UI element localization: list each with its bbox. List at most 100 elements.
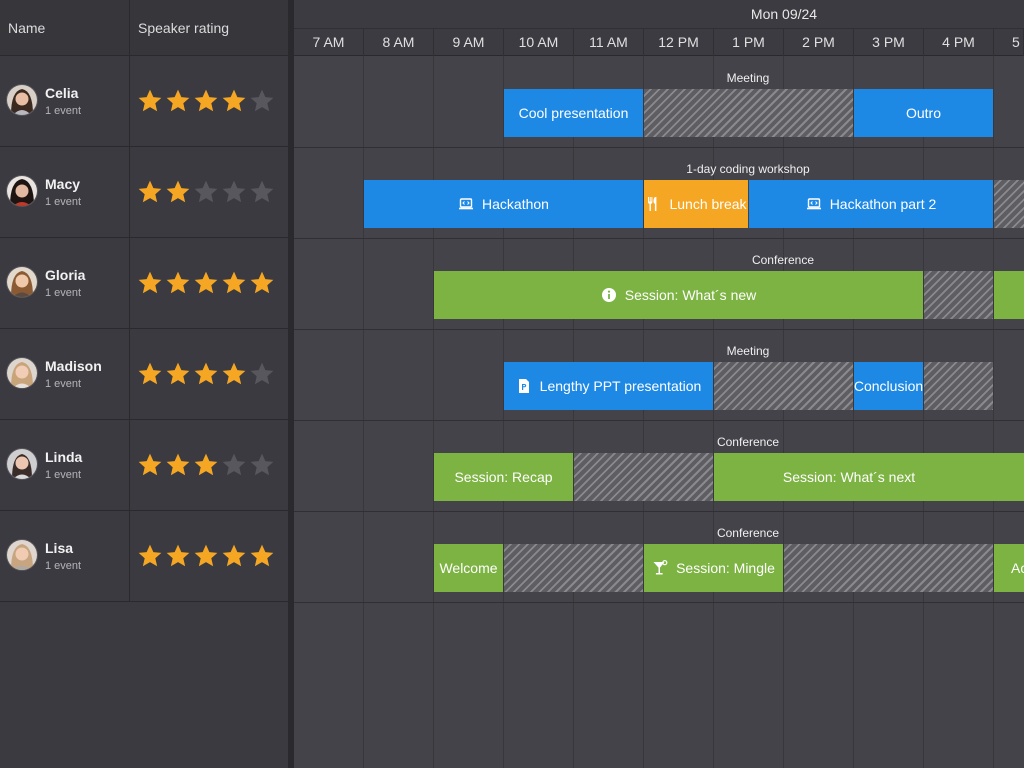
date-header: Mon 09/24	[750, 6, 818, 22]
star-icon[interactable]	[165, 88, 191, 114]
star-icon[interactable]	[193, 270, 219, 296]
avatar	[7, 449, 37, 479]
star-rating[interactable]	[137, 452, 275, 478]
name-cell: Linda 1 event	[0, 420, 130, 510]
star-icon[interactable]	[249, 543, 275, 569]
event-bar[interactable]: Session: What´s next	[714, 453, 1024, 501]
event-gap	[574, 453, 713, 501]
star-icon[interactable]	[165, 361, 191, 387]
resource-row[interactable]: Macy 1 event	[0, 147, 288, 238]
row-divider	[294, 511, 1024, 512]
star-icon[interactable]	[193, 452, 219, 478]
hour-gridline	[853, 56, 854, 768]
rating-column-header[interactable]: Speaker rating	[130, 0, 288, 56]
speaker-name: Gloria	[45, 267, 86, 283]
star-icon[interactable]	[221, 361, 247, 387]
star-icon[interactable]	[193, 88, 219, 114]
speaker-name: Madison	[45, 358, 102, 374]
resource-row[interactable]: Celia 1 event	[0, 56, 288, 147]
row-divider	[294, 238, 1024, 239]
avatar	[7, 267, 37, 297]
star-icon[interactable]	[249, 361, 275, 387]
event-label: Lunch break	[669, 196, 747, 212]
star-rating[interactable]	[137, 88, 275, 114]
hour-label: 8 AM	[364, 29, 434, 56]
event-bar[interactable]: Hackathon	[364, 180, 643, 228]
star-icon[interactable]	[249, 270, 275, 296]
resource-row[interactable]: Lisa 1 event	[0, 511, 288, 602]
row-divider	[294, 147, 1024, 148]
event-label: Outro	[905, 105, 941, 121]
event-bar[interactable]: Session: What´s new	[434, 271, 923, 319]
star-icon[interactable]	[165, 452, 191, 478]
star-icon[interactable]	[221, 543, 247, 569]
star-icon[interactable]	[249, 179, 275, 205]
star-icon[interactable]	[137, 361, 163, 387]
star-icon[interactable]	[221, 88, 247, 114]
star-icon[interactable]	[137, 543, 163, 569]
cocktail-icon	[653, 560, 668, 575]
event-group-label: Conference	[751, 253, 815, 267]
avatar	[7, 85, 37, 115]
info-circle-icon	[601, 288, 616, 302]
star-icon[interactable]	[193, 361, 219, 387]
hour-gridline	[433, 56, 434, 768]
event-bar[interactable]: Lengthy PPT presentation	[504, 362, 713, 410]
hour-label: 2 PM	[784, 29, 854, 56]
star-rating[interactable]	[137, 361, 275, 387]
resource-row[interactable]: Linda 1 event	[0, 420, 288, 511]
star-icon[interactable]	[221, 270, 247, 296]
speaker-name: Lisa	[45, 540, 74, 556]
row-divider	[294, 420, 1024, 421]
star-icon[interactable]	[221, 452, 247, 478]
star-rating[interactable]	[137, 543, 275, 569]
star-icon[interactable]	[193, 543, 219, 569]
star-icon[interactable]	[249, 452, 275, 478]
event-bar[interactable]: Welcome	[434, 544, 503, 592]
hour-label: 7 AM	[294, 29, 364, 56]
event-group-label: Conference	[716, 435, 780, 449]
row-divider	[294, 602, 1024, 603]
event-bar[interactable]: Lunch break	[644, 180, 748, 228]
utensils-icon	[648, 197, 657, 211]
star-icon[interactable]	[165, 543, 191, 569]
star-icon[interactable]	[165, 270, 191, 296]
event-group-label: Meeting	[726, 344, 770, 358]
hour-label: 12 PM	[644, 29, 714, 56]
event-bar[interactable]: Session: Mingle	[644, 544, 783, 592]
event-count: 1 event	[45, 469, 82, 481]
star-icon[interactable]	[165, 179, 191, 205]
name-column-header[interactable]: Name	[0, 0, 130, 56]
event-count: 1 event	[45, 560, 82, 572]
star-icon[interactable]	[137, 270, 163, 296]
event-label: Session: Recap	[454, 469, 553, 485]
event-count: 1 event	[45, 287, 82, 299]
event-group-label: Meeting	[726, 71, 770, 85]
star-icon[interactable]	[137, 452, 163, 478]
event-bar[interactable]: Hackathon part 2	[749, 180, 993, 228]
star-icon[interactable]	[249, 88, 275, 114]
hour-gridline	[363, 56, 364, 768]
laptop-code-icon	[806, 198, 821, 210]
event-bar[interactable]	[994, 271, 1024, 319]
event-bar[interactable]: Session: Recap	[434, 453, 573, 501]
event-count: 1 event	[45, 105, 82, 117]
star-rating[interactable]	[137, 179, 275, 205]
speaker-name: Linda	[45, 449, 83, 465]
event-gap	[504, 544, 643, 592]
powerpoint-file-icon	[518, 379, 529, 393]
hour-gridline	[503, 56, 504, 768]
event-bar[interactable]: Outro	[854, 89, 993, 137]
event-bar[interactable]: Ac	[994, 544, 1024, 592]
star-icon[interactable]	[137, 88, 163, 114]
star-rating[interactable]	[137, 270, 275, 296]
star-icon[interactable]	[221, 179, 247, 205]
event-bar[interactable]: Cool presentation	[504, 89, 643, 137]
star-icon[interactable]	[137, 179, 163, 205]
star-icon[interactable]	[193, 179, 219, 205]
event-label: Session: What´s new	[624, 287, 757, 303]
resource-row[interactable]: Gloria 1 event	[0, 238, 288, 329]
event-bar[interactable]: Conclusion	[854, 362, 923, 410]
speaker-name: Celia	[45, 85, 79, 101]
resource-row[interactable]: Madison 1 event	[0, 329, 288, 420]
